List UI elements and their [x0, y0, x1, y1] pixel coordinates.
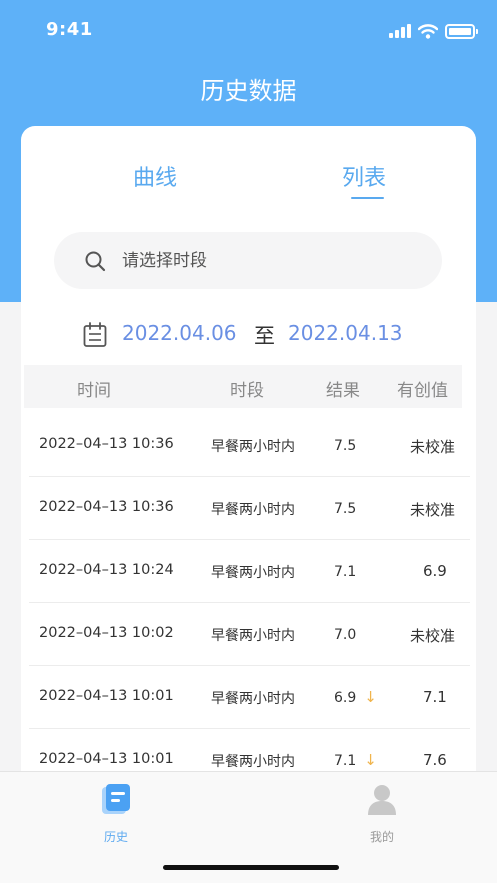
table-row[interactable]: 2022–04–13 10:24 早餐两小时内 7.1 6.9: [29, 540, 470, 603]
column-header-time: 时间: [77, 381, 111, 401]
cell-calibration: 未校准: [410, 501, 456, 519]
cell-calibration: 6.9: [423, 562, 447, 580]
page-title: 历史数据: [200, 77, 297, 105]
cell-result: 6.9 ↓: [334, 688, 377, 706]
column-header-period: 时段: [230, 381, 264, 401]
user-avatar-icon: [368, 785, 396, 815]
cell-result: 7.5: [334, 438, 357, 454]
cell-time: 2022–04–13 10:01: [39, 688, 174, 704]
cell-period: 早餐两小时内: [211, 628, 295, 644]
cell-calibration: 7.1: [423, 688, 447, 706]
trend-down-icon: ↓: [364, 751, 377, 769]
table-row[interactable]: 2022–04–13 10:36 早餐两小时内 7.5 未校准: [29, 414, 470, 477]
table-row[interactable]: 2022–04–13 10:36 早餐两小时内 7.5 未校准: [29, 477, 470, 540]
trend-down-icon: ↓: [364, 688, 377, 706]
date-start[interactable]: 2022.04.06: [122, 321, 237, 345]
cellular-signal-icon: [389, 24, 411, 38]
table-body: 2022–04–13 10:36 早餐两小时内 7.5 未校准 2022–04–…: [29, 414, 470, 792]
active-tab-indicator: [351, 197, 384, 199]
status-icons: [389, 22, 478, 40]
tab-curve[interactable]: 曲线: [133, 160, 177, 192]
cell-calibration: 7.6: [423, 751, 447, 769]
wifi-icon: [418, 23, 438, 39]
cell-period: 早餐两小时内: [211, 439, 295, 455]
home-indicator[interactable]: [163, 865, 339, 870]
date-range[interactable]: 2022.04.06 至 2022.04.13: [0, 319, 497, 351]
cell-time: 2022–04–13 10:01: [39, 751, 174, 767]
search-bar[interactable]: [54, 232, 442, 289]
cell-time: 2022–04–13 10:24: [39, 562, 174, 578]
cell-period: 早餐两小时内: [211, 502, 295, 518]
tab-list[interactable]: 列表: [342, 160, 386, 192]
table-row[interactable]: 2022–04–13 10:01 早餐两小时内 6.9 ↓ 7.1: [29, 666, 470, 729]
table-row[interactable]: 2022–04–13 10:02 早餐两小时内 7.0 未校准: [29, 603, 470, 666]
column-header-calibration: 有创值: [397, 381, 448, 401]
history-doc-icon: [102, 784, 130, 814]
cell-time: 2022–04–13 10:36: [39, 436, 174, 452]
date-end[interactable]: 2022.04.13: [288, 321, 403, 345]
tab-bar-mine-label: 我的: [369, 830, 394, 844]
battery-icon: [445, 23, 478, 39]
cell-time: 2022–04–13 10:02: [39, 625, 174, 641]
tab-bar-mine[interactable]: 我的: [352, 782, 412, 845]
date-separator: 至: [254, 324, 275, 348]
cell-time: 2022–04–13 10:36: [39, 499, 174, 515]
search-icon: [85, 251, 106, 271]
cell-result: 7.1 ↓: [334, 751, 377, 769]
tab-bar-history-label: 历史: [103, 830, 128, 844]
cell-result: 7.0: [334, 627, 357, 643]
cell-period: 早餐两小时内: [211, 691, 295, 707]
search-input[interactable]: [122, 250, 402, 271]
cell-period: 早餐两小时内: [211, 754, 295, 770]
cell-result: 7.5: [334, 501, 357, 517]
cell-result: 7.1: [334, 564, 357, 580]
tab-bar-history[interactable]: 历史: [86, 782, 146, 845]
column-header-result: 结果: [326, 381, 360, 401]
cell-period: 早餐两小时内: [211, 565, 295, 581]
table-header: 时间 时段 结果 有创值: [24, 365, 462, 408]
status-time: 9:41: [46, 19, 93, 40]
cell-calibration: 未校准: [410, 627, 456, 645]
cell-calibration: 未校准: [410, 438, 456, 456]
calendar-icon[interactable]: [83, 322, 107, 348]
